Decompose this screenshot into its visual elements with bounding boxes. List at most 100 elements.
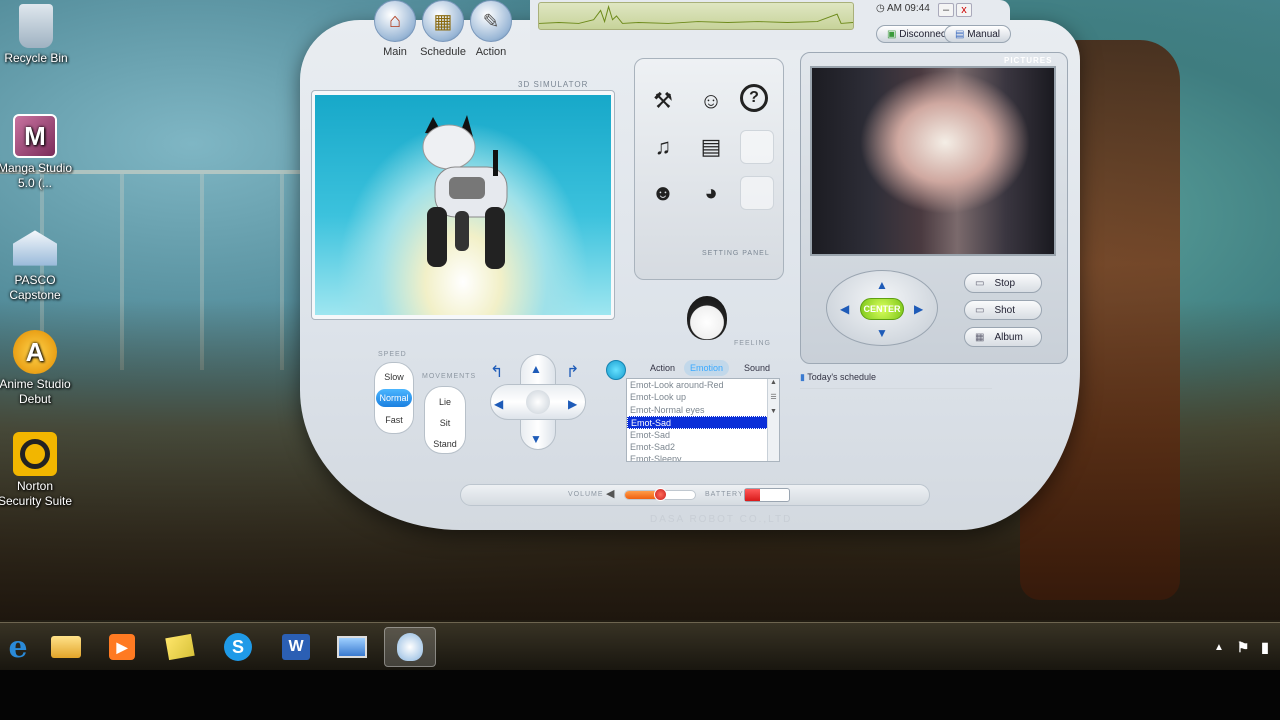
- word-icon[interactable]: W: [270, 627, 322, 667]
- desktop-icon-label: PASCO Capstone: [9, 273, 61, 302]
- movement-stand-option[interactable]: Stand: [424, 439, 466, 449]
- volume-label: VOLUME: [568, 491, 604, 498]
- settings-tools-icon[interactable]: ⚒: [646, 84, 680, 118]
- camera-left-arrow-icon[interactable]: ◀: [840, 302, 849, 316]
- emotion-list[interactable]: Emot-Look around-Red Emot-Look up Emot-N…: [626, 378, 780, 462]
- move-left-arrow-icon[interactable]: ◀: [494, 397, 503, 411]
- sticky-notes-icon[interactable]: [154, 627, 206, 667]
- nav-main-label: Main: [383, 46, 407, 58]
- sound-waveform: [538, 2, 854, 30]
- tab-emotion[interactable]: Emotion: [684, 360, 730, 376]
- list-item[interactable]: Emot-Normal eyes: [627, 404, 779, 416]
- screen-bezel: [0, 670, 1280, 720]
- speed-label: SPEED: [378, 351, 407, 358]
- tab-sound[interactable]: Sound: [738, 360, 776, 376]
- internet-explorer-icon[interactable]: e: [0, 627, 44, 667]
- skype-icon[interactable]: S: [212, 627, 264, 667]
- move-forward-arrow-icon[interactable]: ▲: [530, 362, 542, 376]
- close-button[interactable]: x: [956, 3, 972, 17]
- battery-tray-icon[interactable]: ▮: [1250, 627, 1280, 667]
- home-icon: ⌂: [374, 0, 416, 42]
- list-item[interactable]: Emot-Sleepy: [627, 453, 779, 461]
- camera-up-arrow-icon[interactable]: ▲: [876, 278, 888, 292]
- manual-button[interactable]: ▤ Manual: [944, 25, 1012, 43]
- desktop-icon-anime-studio[interactable]: A Anime Studio Debut: [0, 330, 75, 407]
- clock-text: AM 09:44: [886, 3, 930, 14]
- movement-lie-option[interactable]: Lie: [424, 397, 466, 407]
- file-explorer-icon[interactable]: [40, 627, 92, 667]
- list-item[interactable]: Emot-Look around-Red: [627, 379, 779, 391]
- album-icon: ▦: [975, 331, 985, 343]
- album-button[interactable]: ▦ Album: [964, 327, 1042, 347]
- manga-studio-icon: M: [13, 114, 57, 158]
- desktop-icon-recycle-bin[interactable]: Recycle Bin: [0, 4, 76, 66]
- list-item[interactable]: Emot-Sad: [627, 429, 779, 441]
- desktop-icon-pasco-capstone[interactable]: PASCO Capstone: [0, 226, 75, 303]
- emotion-settings-icon[interactable]: ☻: [646, 176, 680, 210]
- camera-center-button[interactable]: CENTER: [860, 298, 904, 320]
- pictures-label: PICTURES: [1004, 56, 1053, 65]
- movement-sit-option[interactable]: Sit: [424, 418, 466, 428]
- camera-down-arrow-icon[interactable]: ▼: [876, 326, 888, 340]
- paw-icon: [526, 390, 550, 414]
- user-profile-icon[interactable]: ☺: [694, 84, 728, 118]
- help-icon[interactable]: ?: [740, 84, 768, 112]
- feeling-label: FEELING: [734, 340, 771, 347]
- pasco-capstone-icon: [13, 230, 57, 266]
- move-right-arrow-icon[interactable]: ▶: [568, 397, 577, 411]
- robot-app-taskbar-icon[interactable]: [384, 627, 436, 667]
- desktop-icon-label: Recycle Bin: [4, 51, 68, 65]
- list-item[interactable]: Emot-Look up: [627, 391, 779, 403]
- tab-action[interactable]: Action: [644, 360, 681, 376]
- media-player-icon[interactable]: ▶: [96, 627, 148, 667]
- calendar-icon: ▦: [422, 0, 464, 42]
- camera-right-arrow-icon[interactable]: ▶: [914, 302, 923, 316]
- speed-slow-option[interactable]: Slow: [376, 368, 412, 386]
- speed-normal-option[interactable]: Normal: [376, 389, 412, 407]
- move-back-arrow-icon[interactable]: ▼: [530, 432, 542, 446]
- nav-schedule-button[interactable]: ▦ Schedule: [420, 0, 466, 58]
- schedule-divider: [800, 388, 992, 389]
- turn-left-arrow-icon[interactable]: ↰: [490, 362, 503, 382]
- shot-button[interactable]: ▭ Shot: [964, 300, 1042, 320]
- desktop-icon-manga-studio[interactable]: M Manga Studio 5.0 (...: [0, 114, 75, 191]
- nav-action-button[interactable]: ✎ Action: [468, 0, 514, 58]
- setting-panel-label: SETTING PANEL: [702, 250, 770, 257]
- nav-action-label: Action: [475, 46, 507, 58]
- list-item[interactable]: Emot-Sad2: [627, 441, 779, 453]
- waveform-graph: [539, 4, 853, 24]
- robot-dog-model: [422, 115, 508, 269]
- movements-label: MOVEMENTS: [422, 373, 477, 380]
- manual-icon: ▤: [955, 29, 965, 40]
- play-button[interactable]: [606, 360, 626, 380]
- photo-viewer-icon[interactable]: [326, 627, 378, 667]
- simulator-label: 3D SIMULATOR: [518, 80, 589, 89]
- list-item-selected[interactable]: Emot-Sad: [627, 416, 779, 429]
- minimize-button[interactable]: –: [938, 3, 954, 17]
- schedule-area: ▮ Today's schedule: [800, 372, 1000, 383]
- turn-right-arrow-icon[interactable]: ↱: [566, 362, 579, 382]
- music-settings-icon[interactable]: ♫: [646, 130, 680, 164]
- clock: ◷ AM 09:44: [876, 3, 930, 14]
- folder-icon[interactable]: ▤: [694, 130, 728, 164]
- desktop-icon-norton[interactable]: Norton Security Suite: [0, 432, 75, 509]
- recycle-bin-icon: [19, 4, 53, 48]
- robot-settings-icon[interactable]: ◕: [694, 176, 728, 210]
- feeling-dog-icon: [687, 296, 727, 340]
- schedule-label: Today's schedule: [807, 372, 877, 382]
- norton-icon: [13, 432, 57, 476]
- speed-fast-option[interactable]: Fast: [376, 411, 412, 429]
- volume-knob[interactable]: [654, 488, 667, 501]
- simulator-viewport[interactable]: [315, 95, 611, 315]
- battery-label: BATTERY: [705, 491, 744, 498]
- stop-button[interactable]: ▭ Stop: [964, 273, 1042, 293]
- list-scrollbar[interactable]: ▲ ☰ ▼: [767, 379, 779, 461]
- nav-main-button[interactable]: ⌂ Main: [372, 0, 418, 58]
- camera-icon: ▭: [975, 304, 985, 316]
- desktop-icon-label: Norton Security Suite: [0, 479, 73, 508]
- battery-fill: [745, 489, 761, 501]
- shot-label: Shot: [994, 304, 1016, 316]
- schedule-bullet-icon: ▮: [800, 372, 805, 382]
- taskbar: e ▶ S W ▲ ⚑ ▮: [0, 622, 1280, 670]
- desktop-icon-label: Manga Studio 5.0 (...: [0, 161, 73, 190]
